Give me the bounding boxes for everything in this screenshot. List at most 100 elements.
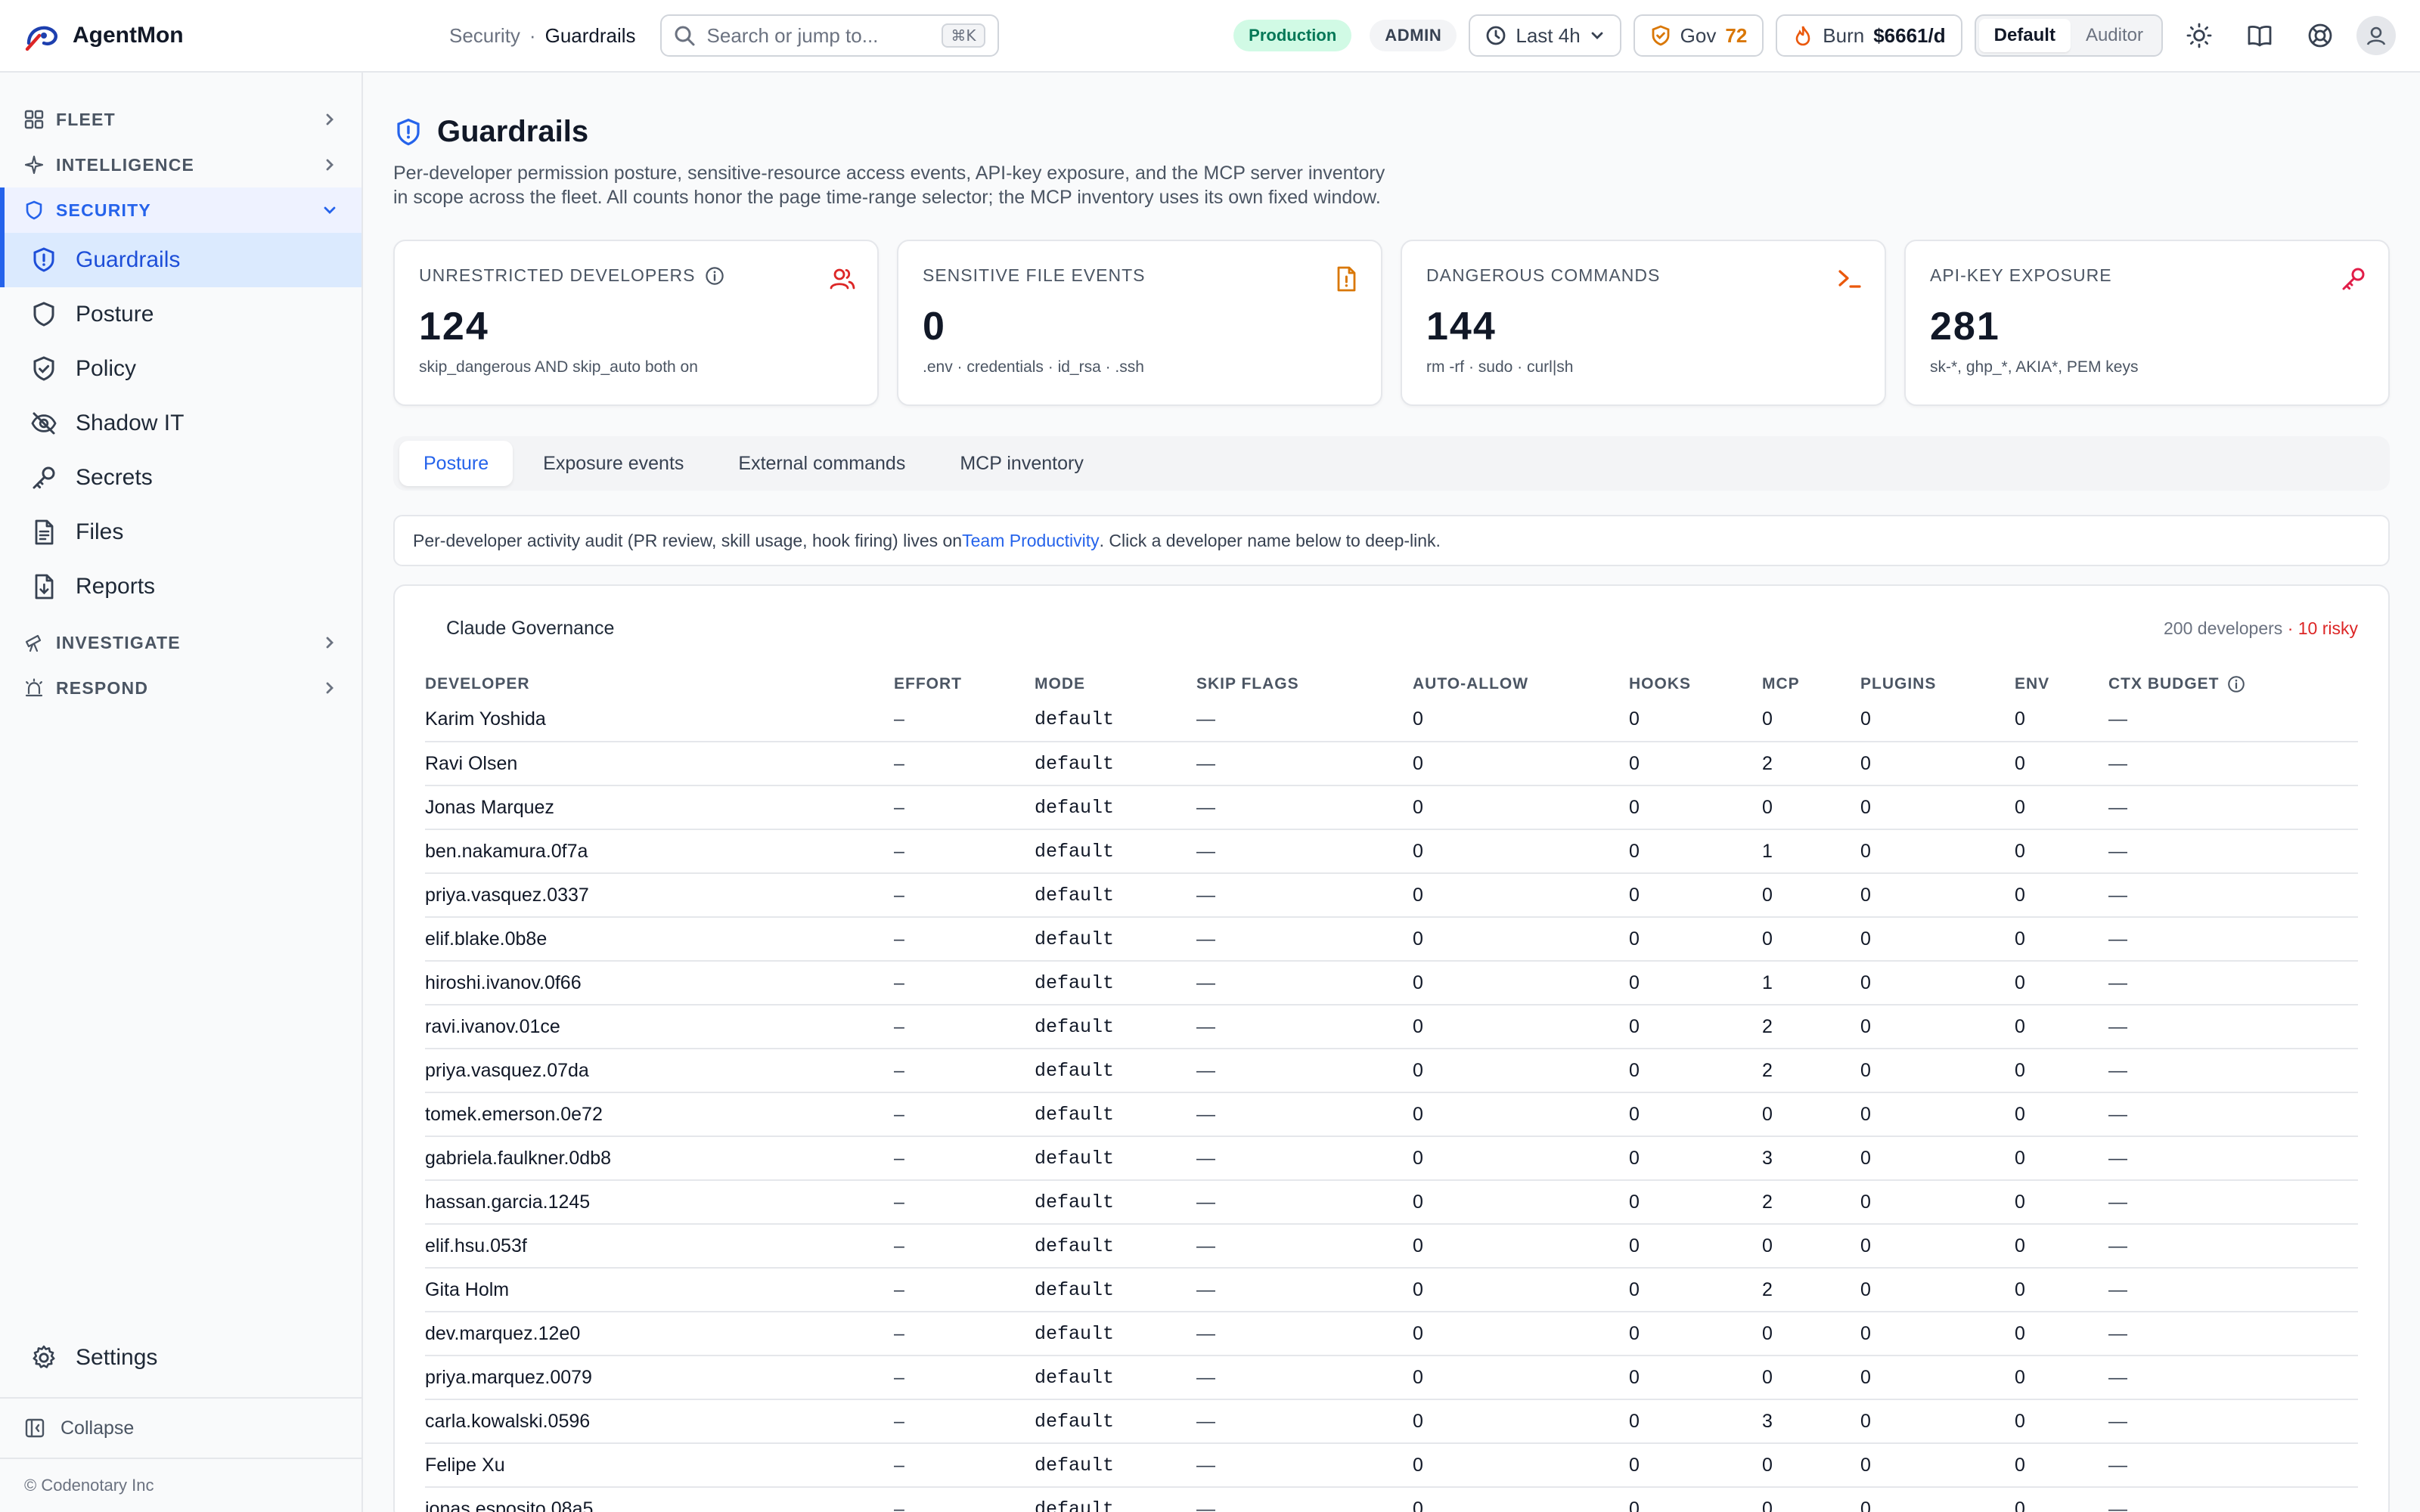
search-input[interactable]: Search or jump to... ⌘K [659,14,999,57]
developer-name-link[interactable]: Karim Yoshida [425,698,894,742]
burn-rate-button[interactable]: Burn $6661/d [1776,14,1962,57]
sidebar-item-policy[interactable]: Policy [0,342,361,396]
column-header[interactable]: SKIP FLAGS [1196,671,1413,698]
developer-name-link[interactable]: jonas.esposito.08a5 [425,1487,894,1512]
view-mode-default[interactable]: Default [1978,19,2071,52]
developer-name-link[interactable]: tomek.emerson.0e72 [425,1092,894,1137]
breadcrumb-parent[interactable]: Security [449,24,520,48]
developer-name-link[interactable]: Ravi Olsen [425,742,894,786]
table-row[interactable]: Felipe Xu – default —0 0 0 0 0— [425,1443,2358,1488]
table-row[interactable]: priya.vasquez.07da – default —0 0 2 0 0— [425,1049,2358,1093]
column-header[interactable]: DEVELOPER [425,671,894,698]
developer-name-link[interactable]: ben.nakamura.0f7a [425,829,894,874]
table-row[interactable]: elif.hsu.053f – default —0 0 0 0 0— [425,1224,2358,1269]
sidebar-item-reports[interactable]: Reports [0,559,361,614]
table-row[interactable]: Ravi Olsen – default —0 0 2 0 0— [425,742,2358,786]
kpi-card-api-key-exposure[interactable]: API-KEY EXPOSURE 281 sk-*, ghp_*, AKIA*,… [1904,240,2390,406]
table-row[interactable]: priya.marquez.0079– default —0 0 0 0 0— [425,1356,2358,1400]
kpi-card-unrestricted-developers[interactable]: UNRESTRICTED DEVELOPERS 124 skip_dangero… [393,240,879,406]
panel-left-icon [25,1418,45,1438]
tab-mcp-inventory[interactable]: MCP inventory [935,441,1108,486]
developer-name-link[interactable]: priya.vasquez.0337 [425,873,894,918]
table-row[interactable]: priya.vasquez.0337– default —0 0 0 0 0— [425,873,2358,918]
table-row[interactable]: hiroshi.ivanov.0f66– default —0 0 1 0 0— [425,961,2358,1005]
help-button[interactable] [2296,11,2344,60]
table-row[interactable]: Jonas Marquez – default —0 0 0 0 0— [425,785,2358,830]
column-header[interactable]: ENV [2015,671,2108,698]
environment-badge[interactable]: Production [1233,20,1352,51]
developer-name-link[interactable]: Felipe Xu [425,1443,894,1488]
sidebar-section-security[interactable]: SECURITY [0,187,361,233]
table-cell: 0 [1629,1180,1762,1225]
info-icon[interactable] [705,266,724,286]
docs-button[interactable] [2235,11,2284,60]
column-header[interactable]: PLUGINS [1860,671,2015,698]
file-warning-icon [1337,266,1356,292]
sidebar-item-settings[interactable]: Settings [0,1331,361,1385]
tab-external-commands[interactable]: External commands [714,441,929,486]
view-mode-auditor[interactable]: Auditor [2071,19,2158,52]
collapse-sidebar-button[interactable]: Collapse [0,1397,361,1458]
user-avatar[interactable] [2356,16,2396,55]
gov-score-button[interactable]: Gov 72 [1633,14,1764,57]
developer-name-link[interactable]: priya.marquez.0079 [425,1356,894,1400]
sidebar-item-files[interactable]: Files [0,505,361,559]
column-header[interactable]: MODE [1035,671,1196,698]
sidebar-item-secrets[interactable]: Secrets [0,451,361,505]
developer-name-link[interactable]: Jonas Marquez [425,785,894,830]
kpi-card-dangerous-commands[interactable]: DANGEROUS COMMANDS 144 rm -rf · sudo · c… [1401,240,1886,406]
info-icon[interactable] [2227,675,2245,693]
table-row[interactable]: carla.kowalski.0596– default —0 0 3 0 0— [425,1399,2358,1444]
column-header[interactable]: EFFORT [894,671,1035,698]
kpi-card-sensitive-file-events[interactable]: SENSITIVE FILE EVENTS 0 .env · credentia… [897,240,1382,406]
tab-posture[interactable]: Posture [399,441,513,486]
developer-name-link[interactable]: ravi.ivanov.01ce [425,1005,894,1049]
table-row[interactable]: ben.nakamura.0f7a – default —0 0 1 0 0— [425,829,2358,874]
sidebar-section-fleet[interactable]: FLEET [0,97,361,142]
developer-name-link[interactable]: gabriela.faulkner.0db8 [425,1136,894,1181]
brand[interactable]: AgentMon [0,19,439,52]
sidebar-item-posture[interactable]: Posture [0,287,361,342]
table-cell: 0 [1860,1092,2015,1137]
theme-toggle-button[interactable] [2175,11,2223,60]
table-row[interactable]: ravi.ivanov.01ce – default —0 0 2 0 0— [425,1005,2358,1049]
table-cell: 0 [2015,1180,2108,1225]
table-cell: — [2108,829,2358,874]
kpi-cards: UNRESTRICTED DEVELOPERS 124 skip_dangero… [393,240,2390,406]
developer-name-link[interactable]: elif.hsu.053f [425,1224,894,1269]
column-header[interactable]: CTX BUDGET [2108,671,2358,698]
time-range-button[interactable]: Last 4h [1469,14,1621,57]
developer-name-link[interactable]: hiroshi.ivanov.0f66 [425,961,894,1005]
table-cell: 0 [2015,1399,2108,1444]
developer-name-link[interactable]: dev.marquez.12e0 [425,1312,894,1356]
sidebar-section-investigate[interactable]: INVESTIGATE [0,620,361,665]
table-row[interactable]: jonas.esposito.08a5– default —0 0 0 0 0— [425,1487,2358,1512]
team-productivity-link[interactable]: Team Productivity [962,531,1100,551]
role-badge: ADMIN [1370,20,1457,51]
column-header[interactable]: MCP [1762,671,1860,698]
table-row[interactable]: Gita Holm – default —0 0 2 0 0— [425,1268,2358,1312]
table-row[interactable]: Karim Yoshida – default —0 0 0 0 0— [425,698,2358,742]
shield-icon [33,302,54,327]
tab-exposure-events[interactable]: Exposure events [519,441,708,486]
developer-name-link[interactable]: Gita Holm [425,1268,894,1312]
table-row[interactable]: gabriela.faulkner.0db8– default —0 0 3 0 0— [425,1136,2358,1181]
table-row[interactable]: elif.blake.0b8e – default —0 0 0 0 0— [425,917,2358,962]
developer-name-link[interactable]: elif.blake.0b8e [425,917,894,962]
sidebar-item-guardrails[interactable]: Guardrails [0,233,361,287]
developer-name-link[interactable]: priya.vasquez.07da [425,1049,894,1093]
table-cell: – [894,698,1035,742]
developer-name-link[interactable]: carla.kowalski.0596 [425,1399,894,1444]
developer-name-link[interactable]: hassan.garcia.1245 [425,1180,894,1225]
sidebar-section-respond[interactable]: RESPOND [0,665,361,711]
table-cell: — [1196,1487,1413,1512]
table-row[interactable]: hassan.garcia.1245– default —0 0 2 0 0— [425,1180,2358,1225]
column-header[interactable]: AUTO-ALLOW [1413,671,1629,698]
sidebar-section-intelligence[interactable]: INTELLIGENCE [0,142,361,187]
table-row[interactable]: tomek.emerson.0e72– default —0 0 0 0 0— [425,1092,2358,1137]
column-header[interactable]: HOOKS [1629,671,1762,698]
table-row[interactable]: dev.marquez.12e0– default —0 0 0 0 0— [425,1312,2358,1356]
table-summary: 200 developers · 10 risky [2164,618,2358,639]
sidebar-item-shadow-it[interactable]: Shadow IT [0,396,361,451]
table-cell: default [1035,1049,1196,1093]
